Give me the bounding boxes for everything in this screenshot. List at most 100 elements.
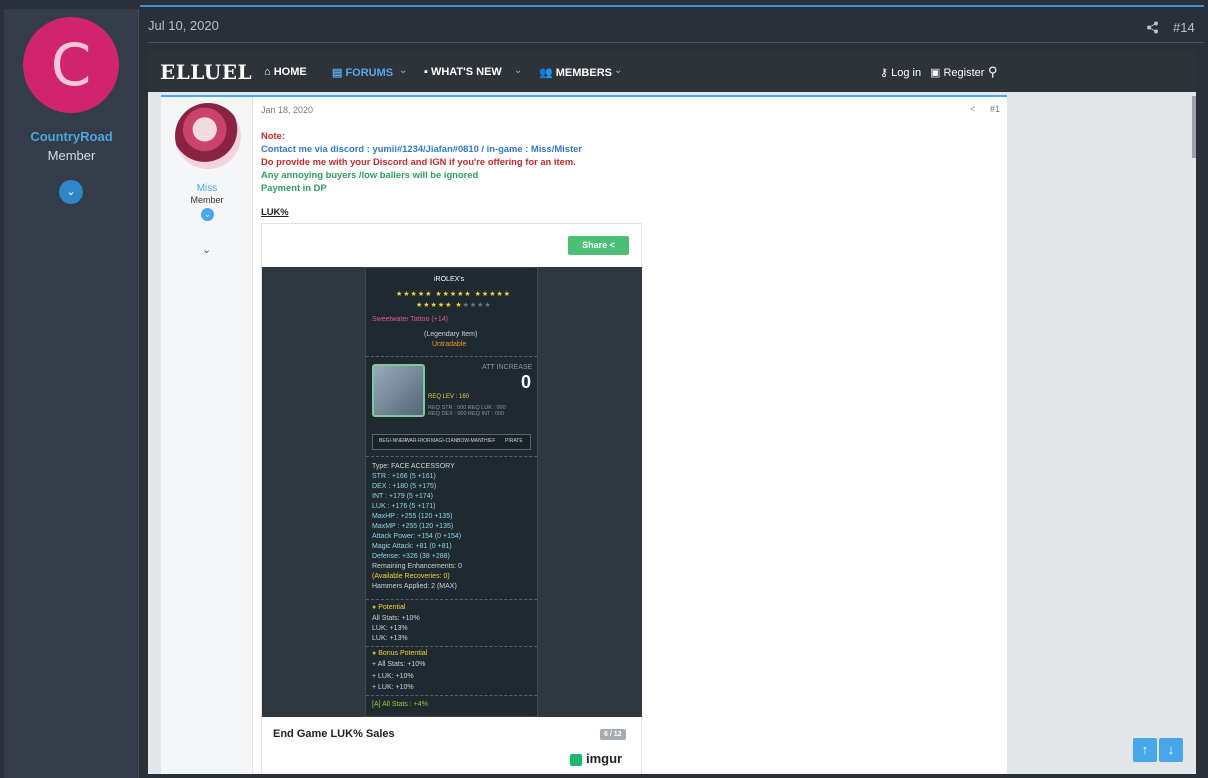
imgur-logo-text: imgur xyxy=(586,751,623,766)
stat-line: Type: FACE ACCESSORY xyxy=(372,463,455,470)
members-icon: 👥 xyxy=(539,67,556,79)
page-counter: 6 / 12 xyxy=(600,729,626,740)
nav-whats-new[interactable]: ▪ WHAT'S NEW xyxy=(424,66,502,78)
scrollbar[interactable] xyxy=(1192,96,1196,158)
expand-user-button[interactable]: ⌄ xyxy=(59,180,83,204)
message-line: Do provide me with your Discord and IGN … xyxy=(261,156,576,167)
post-message: Note: Contact me via discord : yumii#123… xyxy=(261,129,582,194)
imgur-caption: End Game LUK% Sales xyxy=(273,728,395,740)
message-line: Contact me via discord : yumii#1234/Jiaf… xyxy=(261,143,582,154)
stat-line: Magic Attack: +81 (0 +81) xyxy=(372,543,452,550)
chevron-down-icon: ⌄ xyxy=(66,186,76,198)
potential-line: LUK: +13% xyxy=(372,625,408,632)
header-divider xyxy=(148,42,1204,43)
chevron-down-icon[interactable]: ⌄ xyxy=(614,65,622,76)
embed-image-area[interactable]: iROLEX's ★★★★★ ★★★★★ ★★★★★ ★★★★★ ★★★★★ S… xyxy=(262,267,642,717)
stat-line: Attack Power: +154 (0 +154) xyxy=(372,533,462,540)
forum-page: C CountryRoad Member ⌄ Jul 10, 2020 #14 … xyxy=(0,0,1208,778)
nav-members[interactable]: 👥 MEMBERS xyxy=(539,66,612,79)
imgur-embed[interactable]: Share < iROLEX's ★★★★★ ★★★★★ ★★★★★ ★★★★★… xyxy=(261,223,642,774)
stat-line: MaxMP : +255 (120 +135) xyxy=(372,523,454,530)
bonus-line: + All Stats: +10% xyxy=(372,661,426,668)
message-line: Payment in DP xyxy=(261,182,327,193)
star-rating: ★★★★★ ★★★★★ xyxy=(416,302,492,309)
post-user-cell: C CountryRoad Member ⌄ xyxy=(4,9,139,778)
post-top-border xyxy=(140,5,1204,7)
arrow-down-icon: ↓ xyxy=(1167,742,1175,757)
scroll-bottom-button[interactable]: ↓ xyxy=(1159,738,1183,762)
stat-line: Remaining Enhancements: 0 xyxy=(372,563,462,570)
site-navbar: ELLUEL ⌂ HOME ▤ FORUMS ⌄ ▪ WHAT'S NEW ⌄ … xyxy=(148,52,1196,92)
divider xyxy=(366,356,537,357)
post-date-link[interactable]: Jan 18, 2020 xyxy=(261,105,313,115)
divider xyxy=(366,456,537,457)
register-label: Register xyxy=(943,67,985,79)
nav-whats-new-label: WHAT'S NEW xyxy=(430,66,502,78)
bonus-line: + LUK: +10% xyxy=(372,684,414,691)
login-link[interactable]: ⚷ Log in xyxy=(880,66,921,79)
share-button[interactable]: Share < xyxy=(568,236,629,255)
section-heading: LUK% xyxy=(261,206,289,217)
register-link[interactable]: ▣ Register xyxy=(930,66,984,79)
imgur-logo[interactable]: imgur xyxy=(570,751,622,766)
home-icon: ⌂ xyxy=(264,66,274,78)
scroll-top-button[interactable]: ↑ xyxy=(1133,738,1157,762)
user-title: Member xyxy=(47,148,96,163)
post-number-link[interactable]: #14 xyxy=(1173,20,1195,35)
embedded-screenshot: ELLUEL ⌂ HOME ▤ FORUMS ⌄ ▪ WHAT'S NEW ⌄ … xyxy=(148,52,1196,774)
bonus-potential-label: ● Bonus Potential xyxy=(372,650,428,657)
star-rating: ★★★★★ ★★★★★ ★★★★★ xyxy=(396,291,512,298)
chevron-down-icon[interactable]: ⌄ xyxy=(202,243,211,256)
stat-line: (Available Recoveries: 0) xyxy=(372,573,450,580)
message-line: Note: xyxy=(261,130,285,141)
job-label: BOW-MAN xyxy=(457,438,482,444)
job-label: THIEF xyxy=(481,438,496,444)
post-content-area: Miss Member ⌄ ⌄ Jan 18, 2020 < #1 Note: … xyxy=(161,95,1007,774)
share-icon[interactable]: < xyxy=(970,104,975,114)
username-link[interactable]: Miss xyxy=(161,183,253,194)
job-label: MAGI-CIAN xyxy=(431,438,458,444)
site-logo[interactable]: ELLUEL xyxy=(160,60,252,84)
divider xyxy=(366,646,537,647)
stat-line: DEX : +180 (5 +175) xyxy=(372,483,437,490)
job-row: BEGI-NNER WAR-RIOR MAGI-CIAN BOW-MAN THI… xyxy=(372,434,531,450)
user-badge: ⌄ xyxy=(201,208,214,221)
username-link[interactable]: CountryRoad xyxy=(4,129,139,144)
stat-line: INT : +179 (5 +174) xyxy=(372,493,433,500)
req-stats: REQ DEX : 000 REQ INT : 000 xyxy=(428,411,505,417)
post-date-link[interactable]: Jul 10, 2020 xyxy=(148,18,219,33)
nav-home[interactable]: ⌂ HOME xyxy=(264,66,307,78)
login-label: Log in xyxy=(891,67,922,79)
item-rarity: (Legendary Item) xyxy=(424,331,478,338)
potential-label: ● Potential xyxy=(372,604,406,611)
avatar[interactable] xyxy=(175,103,241,169)
share-icon: < xyxy=(609,240,615,250)
item-trade: Untradable xyxy=(432,341,467,348)
extra-line: [A] All Stats : +4% xyxy=(372,701,428,708)
stat-line: STR : +166 (5 +161) xyxy=(372,473,436,480)
nav-home-label: HOME xyxy=(273,66,307,78)
nav-forums[interactable]: ▤ FORUMS xyxy=(332,66,393,79)
item-icon xyxy=(372,364,425,417)
job-label: WAR-RIOR xyxy=(405,438,431,444)
post-number-link[interactable]: #1 xyxy=(990,104,1000,114)
share-button-label: Share xyxy=(582,240,608,250)
chevron-down-icon[interactable]: ⌄ xyxy=(399,65,407,76)
potential-line: All Stats: +10% xyxy=(372,615,420,622)
nav-members-label: MEMBERS xyxy=(555,67,612,79)
key-icon: ⚷ xyxy=(880,67,892,79)
user-title: Member xyxy=(190,195,224,205)
avatar[interactable]: C xyxy=(23,17,119,113)
divider xyxy=(366,695,537,696)
share-icon[interactable] xyxy=(1146,21,1159,37)
job-label: PIRATE xyxy=(505,438,523,444)
divider xyxy=(366,599,537,600)
potential-line: LUK: +13% xyxy=(372,635,408,642)
comment-icon: ▪ xyxy=(424,66,431,78)
chevron-down-icon[interactable]: ⌄ xyxy=(514,65,522,76)
nav-forums-label: FORUMS xyxy=(345,67,394,79)
bonus-potential-label-text: Bonus Potential xyxy=(378,650,428,657)
forums-icon: ▤ xyxy=(332,67,346,79)
search-icon[interactable]: ⚲ xyxy=(988,64,998,80)
inner-user-cell: Miss Member ⌄ ⌄ xyxy=(161,97,253,774)
